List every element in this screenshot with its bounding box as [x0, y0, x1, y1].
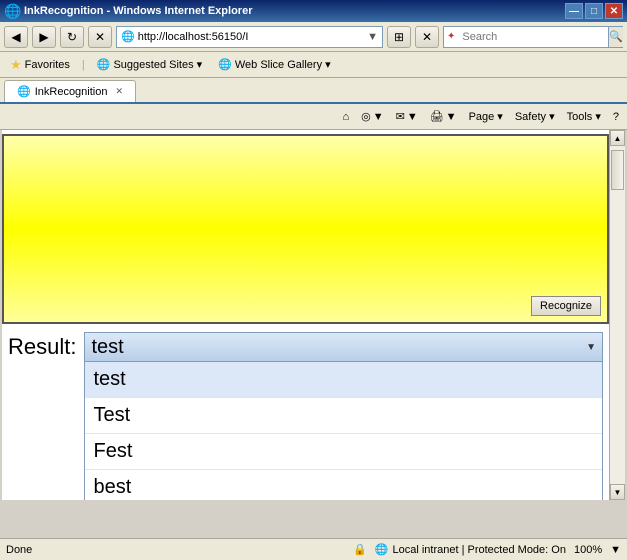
- mail-dropdown-icon: ▼: [407, 111, 418, 123]
- dropdown-option-0[interactable]: test: [85, 362, 602, 398]
- window-controls[interactable]: — □ ✕: [565, 3, 623, 19]
- tab-close-icon[interactable]: ✕: [115, 86, 123, 97]
- safety-menu[interactable]: Safety ▾: [511, 108, 559, 125]
- tab-bar: 🌐 InkRecognition ✕: [0, 78, 627, 104]
- recognition-dropdown[interactable]: test ▼ test Test Fest best: [84, 332, 603, 500]
- zone-label: Local intranet | Protected Mode: On: [393, 544, 566, 556]
- web-slice-label: Web Slice Gallery ▾: [235, 58, 331, 71]
- active-tab[interactable]: 🌐 InkRecognition ✕: [4, 80, 136, 102]
- page-content: Recognize Result: test ▼ test Test Fest …: [2, 134, 609, 500]
- status-done: Done: [6, 544, 32, 556]
- forward-button[interactable]: ▶: [32, 26, 56, 48]
- dropdown-selected[interactable]: test ▼: [84, 332, 603, 362]
- mail-icon: ✉: [396, 110, 405, 123]
- stop-button[interactable]: ✕: [88, 26, 112, 48]
- window-title: InkRecognition - Windows Internet Explor…: [24, 5, 252, 17]
- ink-canvas[interactable]: Recognize: [2, 134, 609, 324]
- feed-dropdown-icon: ▼: [373, 111, 384, 123]
- feed-icon: ◎: [361, 110, 371, 123]
- ie-logo-icon: 🌐: [4, 3, 20, 19]
- browser-content: ▲ ▼ Recognize Result: test ▼ test Test F…: [2, 130, 625, 500]
- address-input[interactable]: [138, 31, 367, 43]
- search-input[interactable]: [458, 31, 608, 43]
- status-zone: 🌐 Local intranet | Protected Mode: On: [375, 543, 566, 556]
- zoom-dropdown-icon: ▼: [610, 544, 621, 556]
- ie-fav-icon: 🌐: [97, 58, 111, 71]
- refresh-stop-button[interactable]: ✕: [415, 26, 439, 48]
- scroll-down-button[interactable]: ▼: [610, 484, 625, 500]
- result-label: Result:: [8, 332, 76, 360]
- status-bar: Done 🔒 🌐 Local intranet | Protected Mode…: [0, 538, 627, 560]
- dropdown-option-1[interactable]: Test: [85, 398, 602, 434]
- suggested-sites-label: Suggested Sites ▾: [113, 58, 202, 71]
- toolbar: ⌂ ◎ ▼ ✉ ▼ 🖨 ▼ Page ▾ Safety ▾ Tools ▾ ?: [0, 104, 627, 130]
- outer-scrollbar[interactable]: ▲ ▼: [609, 130, 625, 500]
- ie-status-icon: 🌐: [375, 543, 389, 556]
- print-dropdown-icon: ▼: [446, 111, 457, 123]
- print-button[interactable]: 🖨 ▼: [426, 108, 461, 125]
- web-slice-gallery-link[interactable]: 🌐 Web Slice Gallery ▾: [214, 56, 335, 73]
- nav-bar: ◀ ▶ ↻ ✕ 🌐 ▼ ⊞ ✕ ✦ 🔍: [0, 22, 627, 52]
- scroll-thumb[interactable]: [611, 150, 624, 190]
- minimize-button[interactable]: —: [565, 3, 583, 19]
- print-icon: 🖨: [430, 110, 444, 123]
- status-left: Done: [6, 544, 32, 556]
- zoom-label: 100%: [574, 544, 602, 556]
- help-icon: ?: [613, 111, 619, 123]
- favorites-label: Favorites: [25, 59, 70, 71]
- dropdown-list: test Test Fest best: [84, 362, 603, 500]
- favorites-button[interactable]: ★ Favorites: [6, 55, 74, 75]
- page-menu[interactable]: Page ▾: [465, 108, 507, 125]
- tools-menu[interactable]: Tools ▾: [563, 108, 605, 125]
- mail-button[interactable]: ✉ ▼: [392, 108, 422, 125]
- home-button[interactable]: ⌂: [338, 109, 353, 125]
- refresh-button[interactable]: ↻: [60, 26, 84, 48]
- tab-label: InkRecognition: [35, 86, 108, 98]
- title-bar: 🌐 InkRecognition - Windows Internet Expl…: [0, 0, 627, 22]
- tools-label: Tools ▾: [567, 110, 601, 123]
- star-icon: ★: [10, 57, 22, 73]
- address-bar[interactable]: 🌐 ▼: [116, 26, 383, 48]
- ie-webslice-icon: 🌐: [218, 58, 232, 71]
- feed-button[interactable]: ◎ ▼: [357, 108, 388, 125]
- selected-value: test: [91, 336, 123, 359]
- suggested-sites-link[interactable]: 🌐 Suggested Sites ▾: [93, 56, 206, 73]
- result-row: Result: test ▼ test Test Fest best: [2, 324, 609, 500]
- home-icon: ⌂: [342, 111, 349, 123]
- recognize-button[interactable]: Recognize: [531, 296, 601, 316]
- back-button[interactable]: ◀: [4, 26, 28, 48]
- favorites-bar: ★ Favorites | 🌐 Suggested Sites ▾ 🌐 Web …: [0, 52, 627, 78]
- security-icon-status: 🔒: [353, 543, 367, 556]
- help-button[interactable]: ?: [609, 109, 623, 125]
- dropdown-arrow-icon: ▼: [586, 342, 596, 353]
- live-search-icon: ✦: [444, 31, 458, 42]
- security-icon: 🌐: [121, 30, 135, 43]
- tab-icon: 🌐: [17, 85, 31, 98]
- close-button[interactable]: ✕: [605, 3, 623, 19]
- maximize-button[interactable]: □: [585, 3, 603, 19]
- safety-label: Safety ▾: [515, 110, 555, 123]
- status-right: 🔒 🌐 Local intranet | Protected Mode: On …: [353, 543, 621, 556]
- search-bar[interactable]: ✦ 🔍: [443, 26, 623, 48]
- compat-button[interactable]: ⊞: [387, 26, 411, 48]
- dropdown-option-3[interactable]: best: [85, 470, 602, 500]
- page-label: Page ▾: [469, 110, 503, 123]
- dropdown-option-2[interactable]: Fest: [85, 434, 602, 470]
- address-go-btn[interactable]: ▼: [367, 31, 378, 43]
- scroll-up-button[interactable]: ▲: [610, 130, 625, 146]
- search-button[interactable]: 🔍: [608, 27, 623, 47]
